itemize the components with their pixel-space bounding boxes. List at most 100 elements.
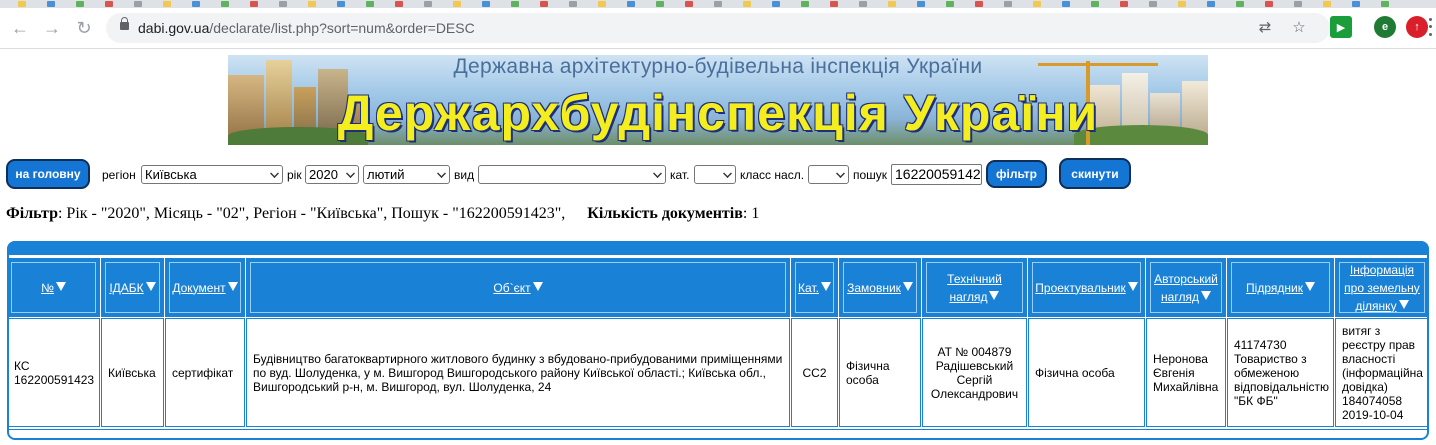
sort-link[interactable]: нагляд [950, 290, 988, 304]
home-button[interactable]: на головну [6, 159, 90, 189]
search-label: пошук [853, 168, 888, 182]
cell-text: сертифікат [172, 365, 234, 380]
cell-text: 41174730 Товариство з обмеженою відповід… [1234, 337, 1329, 408]
category-select[interactable] [694, 165, 736, 184]
cell-text: Будівництво багатоквартирного житлового … [253, 351, 783, 394]
sort-link[interactable]: Підрядник [1246, 281, 1303, 295]
sort-link[interactable]: Технічний [947, 272, 1002, 286]
sort-link[interactable]: Кат. [798, 281, 819, 295]
header-col-designer[interactable]: Проектувальник [1028, 258, 1145, 317]
cell-text: КС 162200591423 [14, 358, 95, 387]
sort-desc-icon[interactable] [145, 281, 156, 291]
document-count-value: : 1 [742, 205, 760, 222]
header-col-contractor[interactable]: Підрядник [1227, 258, 1334, 317]
cell-text: Фізична особа [1035, 365, 1115, 380]
sort-link[interactable]: Проектувальник [1035, 281, 1125, 295]
header-col-document[interactable]: Документ [165, 258, 245, 317]
document-count-label: Кількість документів [587, 205, 743, 222]
sort-link[interactable]: Документ [172, 281, 225, 295]
table-cell-tech-supervision: АТ № 004879 Радішевський Сергій Олександ… [922, 318, 1027, 427]
cell-text: АТ № 004879 Радішевський Сергій Олександ… [930, 344, 1019, 401]
sort-desc-icon[interactable] [902, 281, 913, 291]
sort-desc-icon[interactable] [1304, 281, 1315, 291]
filter-summary-text: : Рік - "2020", Місяць - "02", Регіон - … [57, 205, 566, 222]
banner-subtitle: Державна архітектурно-будівельна інспекц… [453, 55, 983, 78]
chevron-down-icon [723, 169, 732, 178]
cell-text: витяг з реєстру прав власності (інформац… [1342, 323, 1423, 422]
site-banner: Державна архітектурно-будівельна інспекц… [228, 55, 1208, 145]
table-cell-author-supervision: Неронова Євгенія Михайлівна [1146, 318, 1226, 427]
table-cell-designer: Фізична особа [1028, 318, 1145, 427]
year-label: рік [287, 168, 302, 182]
sort-desc-icon[interactable] [532, 281, 543, 291]
sort-desc-icon[interactable] [227, 281, 238, 291]
sort-desc-icon[interactable] [55, 281, 66, 291]
table-cell-document: сертифікат [165, 318, 245, 427]
chevron-down-icon [346, 169, 355, 178]
chevron-down-icon [437, 169, 446, 178]
month-select[interactable]: лютий [363, 165, 450, 184]
sort-desc-icon[interactable] [1127, 281, 1138, 291]
header-col-category[interactable]: Кат. [791, 258, 838, 317]
header-col-customer[interactable]: Замовник [839, 258, 921, 317]
banner-title: Держархбудінспекція України [337, 85, 1099, 141]
reload-icon[interactable]: ↻ [72, 16, 96, 40]
back-icon[interactable]: ← [8, 16, 32, 40]
sort-link[interactable]: Замовник [847, 281, 901, 295]
filter-summary: Фільтр: Рік - "2020", Місяць - "02", Рег… [6, 205, 759, 223]
type-label: вид [454, 168, 475, 182]
cell-text: СС2 [802, 365, 827, 380]
chevron-down-icon [836, 169, 845, 178]
sort-link[interactable]: ІДАБК [109, 281, 143, 295]
search-input[interactable]: 16220059142 [891, 164, 982, 185]
region-select[interactable]: Київська [141, 165, 283, 184]
header-col-author-supervision[interactable]: Авторський нагляд [1146, 258, 1226, 317]
table-cell-contractor: 41174730 Товариство з обмеженою відповід… [1227, 318, 1334, 427]
sort-link[interactable]: № [41, 281, 54, 295]
chevron-down-icon [653, 169, 662, 178]
class-select[interactable] [808, 165, 849, 184]
cell-text: Київська [108, 365, 156, 380]
browser-toolbar: ← → ↻ dabi.gov.ua/declarate/list.php?sor… [0, 8, 1436, 49]
cell-text: Неронова Євгенія Михайлівна [1153, 351, 1219, 394]
address-bar[interactable]: dabi.gov.ua/declarate/list.php?sort=num&… [106, 13, 1330, 43]
class-label: класс насл. [740, 168, 805, 182]
menu-icon[interactable] [1424, 16, 1436, 38]
sort-link[interactable]: про земельну [1344, 281, 1420, 295]
type-select[interactable] [478, 165, 666, 184]
sort-link[interactable]: ділянку [1355, 299, 1396, 313]
chevron-down-icon [270, 169, 279, 178]
sort-link[interactable]: Авторський [1154, 272, 1218, 286]
sort-link[interactable]: Об`єкт [493, 281, 530, 295]
sort-link[interactable]: нагляд [1161, 290, 1199, 304]
table-cell-idabk: Київська [101, 318, 164, 427]
year-select[interactable]: 2020 [305, 165, 359, 184]
table-cell-object: Будівництво багатоквартирного житлового … [246, 318, 790, 427]
url-text[interactable]: dabi.gov.ua/declarate/list.php?sort=num&… [138, 20, 475, 36]
sort-desc-icon[interactable] [820, 281, 831, 291]
table-cell-land-info: витяг з реєстру прав власності (інформац… [1335, 318, 1429, 427]
table-cell-category: СС2 [791, 318, 838, 427]
profile-avatar[interactable]: e [1374, 16, 1396, 38]
header-col-tech-supervision[interactable]: Технічний нагляд [922, 258, 1027, 317]
filter-button[interactable]: фільтр [986, 160, 1047, 188]
table-cell-num: КС 162200591423 [7, 318, 100, 427]
sort-desc-icon[interactable] [1200, 290, 1211, 300]
header-col-idabk[interactable]: ІДАБК [101, 258, 164, 317]
reset-button[interactable]: скинути [1059, 158, 1131, 189]
translate-icon[interactable]: ⇄ [1256, 19, 1274, 37]
extension-icon[interactable]: ▶ [1330, 16, 1352, 38]
star-icon[interactable]: ☆ [1290, 19, 1308, 37]
lock-icon [120, 17, 129, 30]
forward-icon[interactable]: → [40, 16, 64, 40]
sort-link[interactable]: Інформація [1350, 263, 1414, 277]
cell-text: Фізична особа [846, 358, 890, 387]
sort-desc-icon[interactable] [989, 290, 1000, 300]
header-col-land-info[interactable]: Інформація про земельну ділянку [1335, 258, 1429, 317]
region-label: регіон [102, 168, 136, 182]
filter-summary-label: Фільтр [6, 205, 58, 222]
tab-strip [0, 0, 1436, 8]
sort-desc-icon[interactable] [1398, 299, 1409, 309]
header-col-object[interactable]: Об`єкт [246, 258, 790, 317]
header-col-num[interactable]: № [7, 258, 100, 317]
